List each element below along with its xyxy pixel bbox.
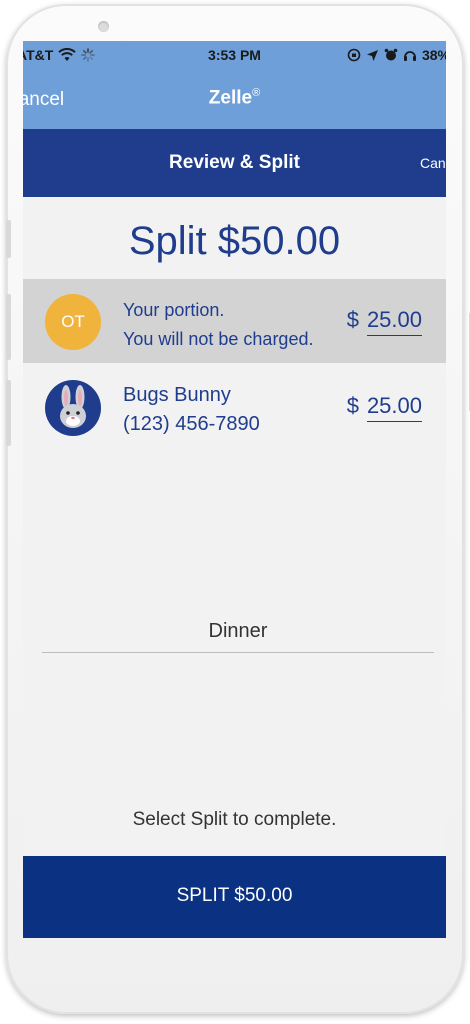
app-screen: AT&T bbox=[23, 41, 446, 938]
rotation-lock-icon bbox=[347, 48, 361, 62]
amount-field: $ 25.00 bbox=[347, 393, 422, 422]
amount-input[interactable]: 25.00 bbox=[366, 307, 422, 336]
not-charged-label: You will not be charged. bbox=[123, 329, 314, 349]
avatar-initials: OT bbox=[61, 312, 85, 331]
currency-symbol: $ bbox=[346, 393, 359, 418]
headphones-icon bbox=[403, 48, 417, 62]
header-cancel-button[interactable]: Cancel bbox=[420, 155, 446, 171]
participant-info: Bugs Bunny (123) 456-7890 bbox=[123, 381, 260, 439]
alarm-icon bbox=[384, 48, 398, 62]
bunny-icon bbox=[45, 380, 101, 436]
volume-down-button bbox=[6, 380, 11, 446]
split-button[interactable]: SPLIT $50.00 bbox=[23, 856, 446, 938]
memo-input[interactable]: Dinner bbox=[42, 616, 434, 653]
amount-field: $ 25.00 bbox=[347, 307, 422, 336]
battery-label: 38% bbox=[421, 47, 446, 63]
nav-title: Zelle® bbox=[23, 87, 446, 109]
registered-mark: ® bbox=[252, 87, 261, 99]
amount-input[interactable]: 25.00 bbox=[366, 393, 422, 422]
mute-switch bbox=[6, 220, 11, 258]
page-title: Review & Split bbox=[169, 152, 300, 173]
status-right: 38% bbox=[347, 47, 446, 63]
nav-bar: Cancel Zelle® bbox=[23, 71, 446, 129]
status-bar: AT&T bbox=[23, 41, 446, 71]
portion-label: Your portion. bbox=[123, 300, 225, 320]
volume-up-button bbox=[6, 294, 11, 360]
participant-info: Your portion. You will not be charged. bbox=[123, 296, 313, 354]
avatar: OT bbox=[45, 294, 101, 350]
contact-phone: (123) 456-7890 bbox=[123, 413, 260, 435]
nav-title-text: Zelle bbox=[208, 87, 253, 109]
participant-row-contact: Bugs Bunny (123) 456-7890 $ 25.00 bbox=[23, 365, 446, 449]
contact-name: Bugs Bunny bbox=[123, 384, 231, 406]
header-bar: Review & Split Cancel bbox=[23, 129, 446, 197]
instruction-text: Select Split to complete. bbox=[132, 809, 337, 830]
participant-row-self: OT Your portion. You will not be charged… bbox=[23, 279, 446, 363]
front-camera bbox=[98, 21, 109, 32]
currency-symbol: $ bbox=[346, 307, 359, 332]
split-total-heading: Split $50.00 bbox=[128, 219, 341, 263]
location-icon bbox=[366, 49, 379, 62]
